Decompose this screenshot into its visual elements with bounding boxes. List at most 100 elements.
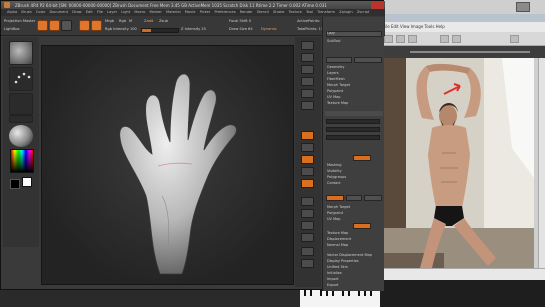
tray-item[interactable]: FiberMesh [327,77,345,81]
menu-item[interactable]: Color [36,10,45,14]
lsym-button[interactable] [301,167,314,176]
tray-item[interactable]: UV Map [327,217,340,221]
tray-slider[interactable] [326,127,380,132]
draw-button[interactable] [49,20,60,31]
menu-item[interactable]: Document [49,10,68,14]
tray-item[interactable]: Texture Map [327,101,348,105]
scale-view-button[interactable] [301,221,314,230]
move-button[interactable] [61,20,72,31]
tray-item[interactable]: UV Map [327,95,340,99]
spix-button[interactable] [301,53,314,62]
menu-item[interactable]: Alpha [7,10,17,14]
mrgb-toggle[interactable]: Mrgb [105,19,114,23]
tray-item[interactable]: Display Properties [327,259,359,263]
menu-item[interactable]: Zscript [357,10,369,14]
tray-item[interactable]: SubTool [327,39,340,43]
menu-item[interactable]: Material [166,10,181,14]
menu-item[interactable]: Edit [86,10,93,14]
texture-icon[interactable] [9,115,33,123]
local-button[interactable] [301,155,314,164]
zoom-in-button[interactable] [440,35,449,43]
primary-color-swatch[interactable] [22,177,32,187]
tray-item[interactable]: Layers [327,71,339,75]
photo-viewer-menubar[interactable]: File Edit View Image Tools Help [380,22,545,32]
color-picker[interactable] [10,149,34,173]
menu-item[interactable]: Movie [185,10,196,14]
tray-button[interactable] [354,57,382,63]
tray-item[interactable]: Texture Map [327,231,348,235]
open-button[interactable] [384,35,393,43]
brush-icon[interactable] [9,41,33,65]
tray-slider[interactable] [326,119,380,124]
aahalf-button[interactable] [301,101,314,110]
rotate-view-button[interactable] [301,233,314,242]
tray-slider[interactable] [326,135,380,140]
scale-button[interactable] [79,20,90,31]
menu-item[interactable]: Picker [200,10,211,14]
actual-button[interactable] [301,89,314,98]
tray-item[interactable]: Contact [327,181,341,185]
tray-item[interactable]: Lazy [327,31,335,35]
tray-item[interactable]: Import [327,277,339,281]
tray-item[interactable]: Initialize [327,271,342,275]
menu-item[interactable]: Stroke [273,10,284,14]
tray-button[interactable] [346,195,362,201]
polyf-button[interactable] [301,247,314,256]
move-view-button[interactable] [301,209,314,218]
zoom-out-button[interactable] [452,35,461,43]
rotate-button[interactable] [91,20,102,31]
dynamic-toggle[interactable]: Dynamic [261,27,277,31]
tray-item[interactable]: Masking [327,163,341,167]
tray-section-header[interactable] [325,111,383,116]
tray-item[interactable]: Vector Displacement Map [327,253,372,257]
persp-button[interactable] [301,131,314,140]
menu-item[interactable]: Light [121,10,130,14]
tray-item[interactable]: Unified Skin [327,265,348,269]
focal-shift-label[interactable]: Focal Shift 0 [229,19,251,23]
m-toggle[interactable]: M [129,19,132,23]
menu-item[interactable]: Macro [134,10,145,14]
menu-item[interactable]: Tool [306,10,313,14]
menu-item[interactable]: Transform [317,10,335,14]
tray-orange-button[interactable] [326,195,344,201]
menu-item[interactable]: Layer [107,10,117,14]
draw-size-label[interactable]: Draw Size 64 [229,27,253,31]
frame-button[interactable] [301,197,314,206]
z-intensity-slider[interactable] [141,28,179,33]
menu-item[interactable]: File [97,10,103,14]
stroke-icon[interactable] [9,67,33,91]
material-sphere-icon[interactable] [9,125,33,147]
settings-button[interactable] [510,35,519,43]
alpha-icon[interactable] [9,93,33,115]
xyz-button[interactable] [301,179,314,188]
tray-item[interactable]: Morph Target [327,205,350,209]
tray-button[interactable] [326,57,352,63]
tray-item[interactable]: Polygroups [327,175,346,179]
document-canvas[interactable] [41,45,294,285]
menu-item[interactable]: Draw [72,10,81,14]
menu-item[interactable]: Stencil [257,10,269,14]
tray-item[interactable]: Normal Map [327,243,348,247]
zsub-toggle[interactable]: Zsub [159,19,168,23]
menu-item[interactable]: Preferences [214,10,235,14]
floor-button[interactable] [301,143,314,152]
tray-item[interactable]: Morph Target [327,83,350,87]
transp-button[interactable] [301,259,314,268]
scroll-button[interactable] [301,65,314,74]
save-button[interactable] [396,35,405,43]
bpr-button[interactable] [301,41,314,50]
menu-item[interactable]: Brush [21,10,31,14]
zadd-toggle[interactable]: Zadd [144,19,153,23]
zoom-button[interactable] [301,77,314,86]
tray-item[interactable]: Displacement [327,237,351,241]
secondary-color-swatch[interactable] [10,179,20,189]
tray-orange-button[interactable] [353,223,371,229]
menu-item[interactable]: Texture [289,10,302,14]
zoom-slider[interactable] [410,51,530,53]
photo-viewer-titlebar[interactable] [380,14,545,22]
close-button[interactable] [371,1,384,9]
tray-item[interactable]: Visibility [327,169,342,173]
tray-item[interactable]: Export [327,283,338,287]
zbrush-titlebar[interactable]: ZBrush 4R4 P2 64-bit [SN: 00000-00000-00… [1,1,385,9]
rgb-toggle[interactable]: Rgb [119,19,126,23]
